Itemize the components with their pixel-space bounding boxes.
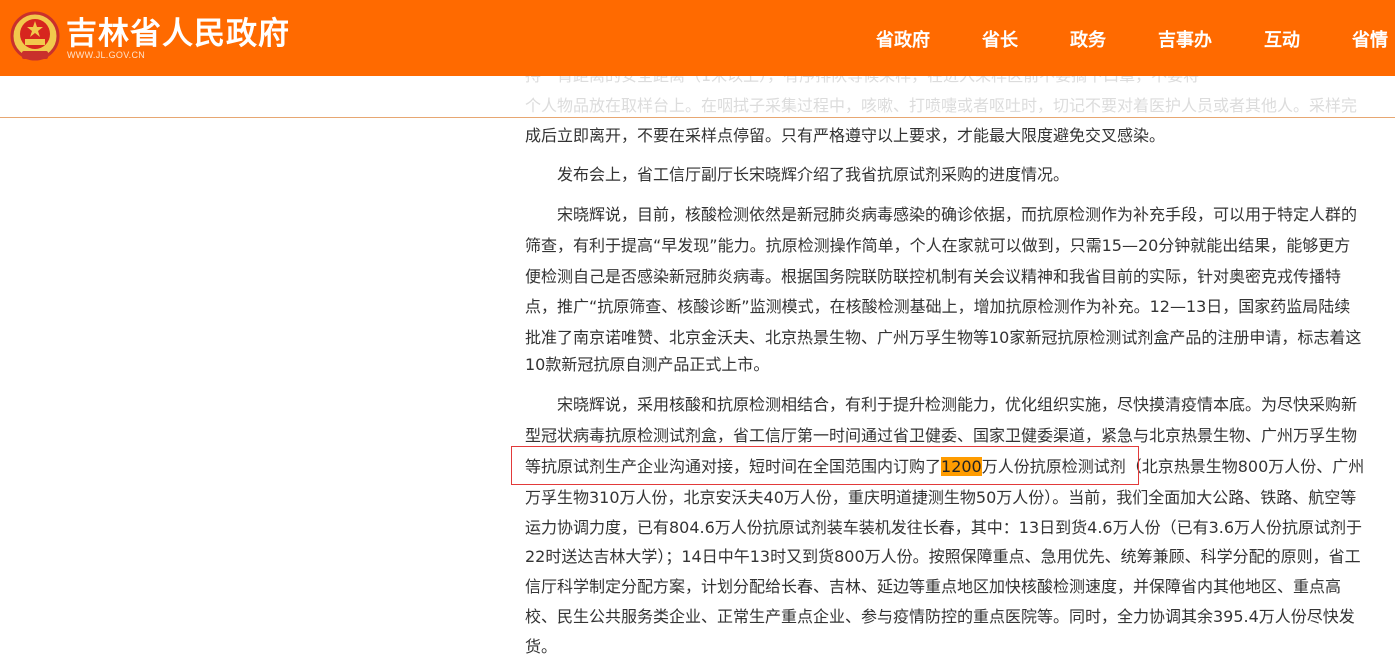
sticky-strip: 持一臂距离的安全距离（1米以上），有序排队等候采样，在进入采样区前不要摘下口罩，… [0, 66, 1395, 117]
faded-text-line: 个人物品放在取样台上。在咽拭子采集过程中，咳嗽、打喷嚏或者呕吐时，切记不要对着医… [525, 96, 1358, 115]
article-line: 成后立即离开，不要在采样点停留。只有严格遵守以上要求，才能最大限度避免交叉感染。 [525, 126, 1166, 145]
article-line: 型冠状病毒抗原检测试剂盒，省工信厅第一时间通过省卫健委、国家卫健委渠道，紧急与北… [525, 426, 1358, 445]
article-line: 10款新冠抗原自测产品正式上市。 [525, 355, 770, 374]
site-title[interactable]: 吉林省人民政府 [66, 8, 290, 53]
nav-item-jishiban[interactable]: 吉事办 [1158, 26, 1212, 52]
article-line: 发布会上，省工信厅副厅长宋晓辉介绍了我省抗原试剂采购的进度情况。 [557, 165, 1070, 184]
nav-item-interaction[interactable]: 互动 [1264, 26, 1300, 52]
article-line: 宋晓辉说，采用核酸和抗原检测相结合，有利于提升检测能力，优化组织实施，尽快摸清疫… [557, 395, 1358, 414]
nav-item-affairs[interactable]: 政务 [1070, 26, 1106, 52]
nav-item-province-info[interactable]: 省情 [1352, 26, 1388, 52]
article-text: 万人份抗原检测试剂（北京热景生物800万人份、广州 [981, 457, 1365, 476]
site-header: 吉林省人民政府 WWW.JL.GOV.CN 省政府 省长 政务 吉事办 互动 省… [0, 0, 1395, 76]
nav-item-governor[interactable]: 省长 [982, 26, 1018, 52]
article-line: 万孚生物310万人份，北京安沃夫40万人份，重庆明道捷测生物50万人份）。当前，… [525, 488, 1357, 507]
article-line: 运力协调力度，已有804.6万人份抗原试剂装车装机发往长春，其中：13日到货4.… [525, 518, 1363, 537]
site-url: WWW.JL.GOV.CN [67, 50, 146, 60]
national-emblem-icon [10, 11, 60, 61]
article-line: 校、民生公共服务类企业、正常生产重点企业、参与疫情防控的重点医院等。同时，全力协… [525, 607, 1355, 626]
article-line: 筛查，有利于提高“早发现”能力。抗原检测操作简单，个人在家就可以做到，只需15—… [525, 236, 1351, 255]
article-line: 宋晓辉说，目前，核酸检测依然是新冠肺炎病毒感染的确诊依据，而抗原检测作为补充手段… [557, 205, 1358, 224]
article-line: 信厅科学制定分配方案，计划分配给长春、吉林、延边等重点地区加快核酸检测速度，并保… [525, 577, 1342, 596]
highlighted-number: 1200 [941, 457, 982, 476]
article-line: 便检测自己是否感染新冠肺炎病毒。根据国务院联防联控机制有关会议精神和我省目前的实… [525, 267, 1342, 286]
header-divider [0, 117, 1395, 118]
article-line: 点，推广“抗原筛查、核酸诊断”监测模式，在核酸检测基础上，增加抗原检测作为补充。… [525, 297, 1351, 316]
article-line: 22时送达吉林大学）；14日中午13时又到货800万人份。按照保障重点、急用优先… [525, 547, 1361, 566]
article-line: 货。 [525, 637, 558, 656]
nav-item-government[interactable]: 省政府 [876, 26, 930, 52]
article-text: 等抗原试剂生产企业沟通对接，短时间在全国范围内订购了 [525, 457, 942, 476]
article-line-highlighted: 等抗原试剂生产企业沟通对接，短时间在全国范围内订购了1200万人份抗原检测试剂（… [525, 451, 1364, 482]
